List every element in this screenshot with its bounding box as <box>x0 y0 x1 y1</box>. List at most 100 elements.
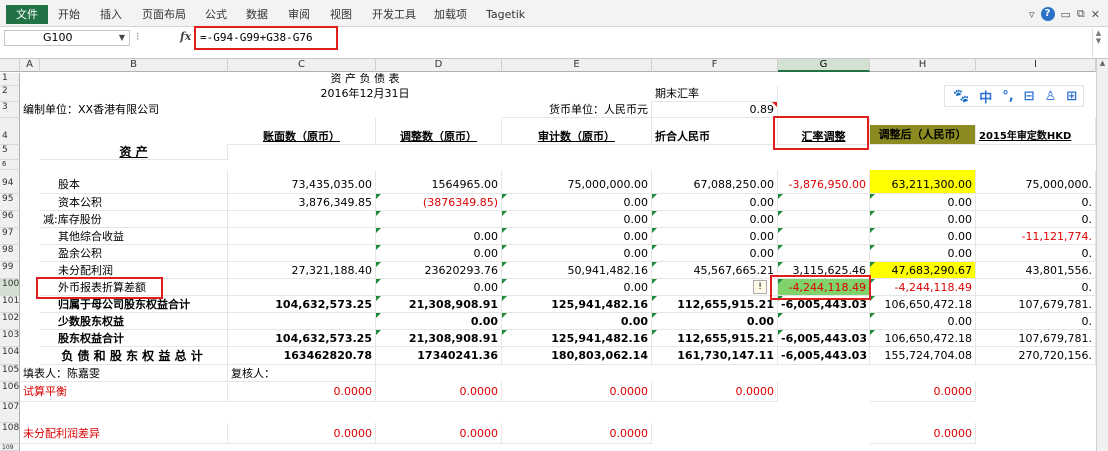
cell-b-row-102[interactable]: 少数股东权益 <box>40 313 228 330</box>
tab-view[interactable]: 视图 <box>330 5 352 24</box>
ime-chinese-mode[interactable]: 中 <box>979 87 992 106</box>
cell-f-row-102[interactable]: 0.00 <box>652 313 778 330</box>
cell-i-row-103[interactable]: 107,679,781. <box>976 330 1096 347</box>
row-header[interactable]: 108 <box>0 423 20 444</box>
row-header[interactable]: 3 <box>0 102 20 118</box>
tab-formulas[interactable]: 公式 <box>205 5 227 24</box>
row-header[interactable]: 104 <box>0 347 20 365</box>
col-header-f[interactable]: F <box>652 59 778 72</box>
cell-i-row-94[interactable]: 75,000,000. <box>976 170 1096 194</box>
cell-h-row-94[interactable]: 63,211,300.00 <box>870 170 976 194</box>
cell-d-row-101[interactable]: 21,308,908.91 <box>376 296 502 313</box>
cell-h-row-101[interactable]: 106,650,472.18 <box>870 296 976 313</box>
cell-g-row-98[interactable] <box>778 245 870 262</box>
tab-tagetik[interactable]: Tagetik <box>486 5 525 24</box>
ime-user-icon[interactable]: ♙ <box>1045 89 1057 104</box>
cell-e-row-98[interactable]: 0.00 <box>502 245 652 262</box>
period-end-rate-label[interactable]: 期末汇率 <box>652 86 778 102</box>
minimize-icon[interactable]: ▭ <box>1061 8 1071 21</box>
cell-g-row-103[interactable]: -6,005,443.03 <box>778 330 870 347</box>
cell-b-row-103[interactable]: 股东权益合计 <box>40 330 228 347</box>
cell-e-row-99[interactable]: 50,941,482.16 <box>502 262 652 279</box>
header-adjustment[interactable]: 调整数（原币） <box>376 118 502 145</box>
check-e[interactable]: 0.0000 <box>502 382 652 402</box>
cell-h-row-97[interactable]: 0.00 <box>870 228 976 245</box>
cell-g-row-97[interactable] <box>778 228 870 245</box>
cell-h-row-95[interactable]: 0.00 <box>870 194 976 211</box>
cell-i-row-95[interactable]: 0. <box>976 194 1096 211</box>
exchange-rate-cell[interactable]: 0.89 <box>652 102 778 118</box>
cell-b-row-98[interactable]: 盈余公积 <box>40 245 228 262</box>
header-audited[interactable]: 审计数（原币） <box>502 118 652 145</box>
tab-page-layout[interactable]: 页面布局 <box>142 5 186 24</box>
cell-b-row-104[interactable]: 负 债 和 股 东 权 益 总 计 <box>40 347 228 365</box>
cell-f-row-104[interactable]: 161,730,147.11 <box>652 347 778 365</box>
row-header[interactable]: 4 <box>0 118 20 145</box>
cell-d-row-104[interactable]: 17340241.36 <box>376 347 502 365</box>
cell-c-row-104[interactable]: 163462820.78 <box>228 347 376 365</box>
row-header[interactable]: 99 <box>0 262 20 279</box>
col-header-c[interactable]: C <box>228 59 376 72</box>
col-header-h[interactable]: H <box>870 59 976 72</box>
row-header[interactable]: 103 <box>0 330 20 347</box>
col-header-a[interactable]: A <box>20 59 40 72</box>
cell-g-row-96[interactable] <box>778 211 870 228</box>
cell-i-row-101[interactable]: 107,679,781. <box>976 296 1096 313</box>
cell-b-row-97[interactable]: 其他综合收益 <box>40 228 228 245</box>
header-adjusted-rmb[interactable]: 调整后（人民币） <box>870 125 976 145</box>
cell-d-row-98[interactable]: 0.00 <box>376 245 502 262</box>
cell-c-row-97[interactable] <box>228 228 376 245</box>
section-assets[interactable]: 资 产 <box>40 145 228 160</box>
cell-c-row-99[interactable]: 27,321,188.40 <box>228 262 376 279</box>
tab-home[interactable]: 开始 <box>58 5 80 24</box>
cell-g-row-94[interactable]: -3,876,950.00 <box>778 170 870 194</box>
cell-d-row-97[interactable]: 0.00 <box>376 228 502 245</box>
col-header-i[interactable]: I <box>976 59 1096 72</box>
chevron-down-icon[interactable]: ▼ <box>119 31 125 45</box>
formula-bar-scroll[interactable]: ▲ ▼ <box>1092 29 1104 57</box>
check-d[interactable]: 0.0000 <box>376 382 502 402</box>
cell-i-row-99[interactable]: 43,801,556. <box>976 262 1096 279</box>
cell-i-row-97[interactable]: -11,121,774. <box>976 228 1096 245</box>
cell-i-row-98[interactable]: 0. <box>976 245 1096 262</box>
cell-i-row-96[interactable]: 0. <box>976 211 1096 228</box>
header-rmb-converted[interactable]: 折合人民币 <box>652 118 778 145</box>
row-header[interactable]: 106 <box>0 382 20 402</box>
cell-e-row-101[interactable]: 125,941,482.16 <box>502 296 652 313</box>
cell-c-row-103[interactable]: 104,632,573.25 <box>228 330 376 347</box>
help-icon[interactable]: ? <box>1040 7 1055 21</box>
tab-file[interactable]: 文件 <box>6 5 48 24</box>
tab-data[interactable]: 数据 <box>246 5 268 24</box>
row-header[interactable]: 101 <box>0 296 20 313</box>
cell-f-row-103[interactable]: 112,655,915.21 <box>652 330 778 347</box>
cell-h-row-103[interactable]: 106,650,472.18 <box>870 330 976 347</box>
currency-unit[interactable]: 货币单位：人民币元 <box>502 102 652 118</box>
row-header[interactable]: 6 <box>0 160 20 170</box>
cell-e-row-103[interactable]: 125,941,482.16 <box>502 330 652 347</box>
select-all-corner[interactable] <box>0 59 20 72</box>
cell-c-row-94[interactable]: 73,435,035.00 <box>228 170 376 194</box>
cell-i-row-104[interactable]: 270,720,156. <box>976 347 1096 365</box>
tab-addins[interactable]: 加载项 <box>434 5 467 24</box>
cell-c-row-96[interactable] <box>228 211 376 228</box>
diff-d[interactable]: 0.0000 <box>376 423 502 444</box>
cell-f-row-96[interactable]: 0.00 <box>652 211 778 228</box>
row-header[interactable]: 107 <box>0 402 20 423</box>
tab-review[interactable]: 审阅 <box>288 5 310 24</box>
scroll-up-icon[interactable]: ▲ <box>1097 59 1108 67</box>
insert-function-icon[interactable]: fx <box>180 30 191 43</box>
cell-c-row-95[interactable]: 3,876,349.85 <box>228 194 376 211</box>
cell-d-row-103[interactable]: 21,308,908.91 <box>376 330 502 347</box>
report-date[interactable]: 2016年12月31日 <box>228 86 502 102</box>
col-header-b[interactable]: B <box>40 59 228 72</box>
cell-e-row-97[interactable]: 0.00 <box>502 228 652 245</box>
reporting-entity[interactable]: 编制单位：XX香港有限公司 <box>20 102 228 118</box>
cell-f-row-95[interactable]: 0.00 <box>652 194 778 211</box>
sheet-title[interactable]: 资 产 负 债 表 <box>228 73 502 86</box>
cell-d-row-100[interactable]: 0.00 <box>376 279 502 296</box>
cell-c-row-102[interactable] <box>228 313 376 330</box>
cell-f-row-99[interactable]: 45,567,665.21 <box>652 262 778 279</box>
ime-grid-icon[interactable]: ⊞ <box>1066 89 1077 104</box>
cell-e-row-95[interactable]: 0.00 <box>502 194 652 211</box>
cell-h-row-98[interactable]: 0.00 <box>870 245 976 262</box>
